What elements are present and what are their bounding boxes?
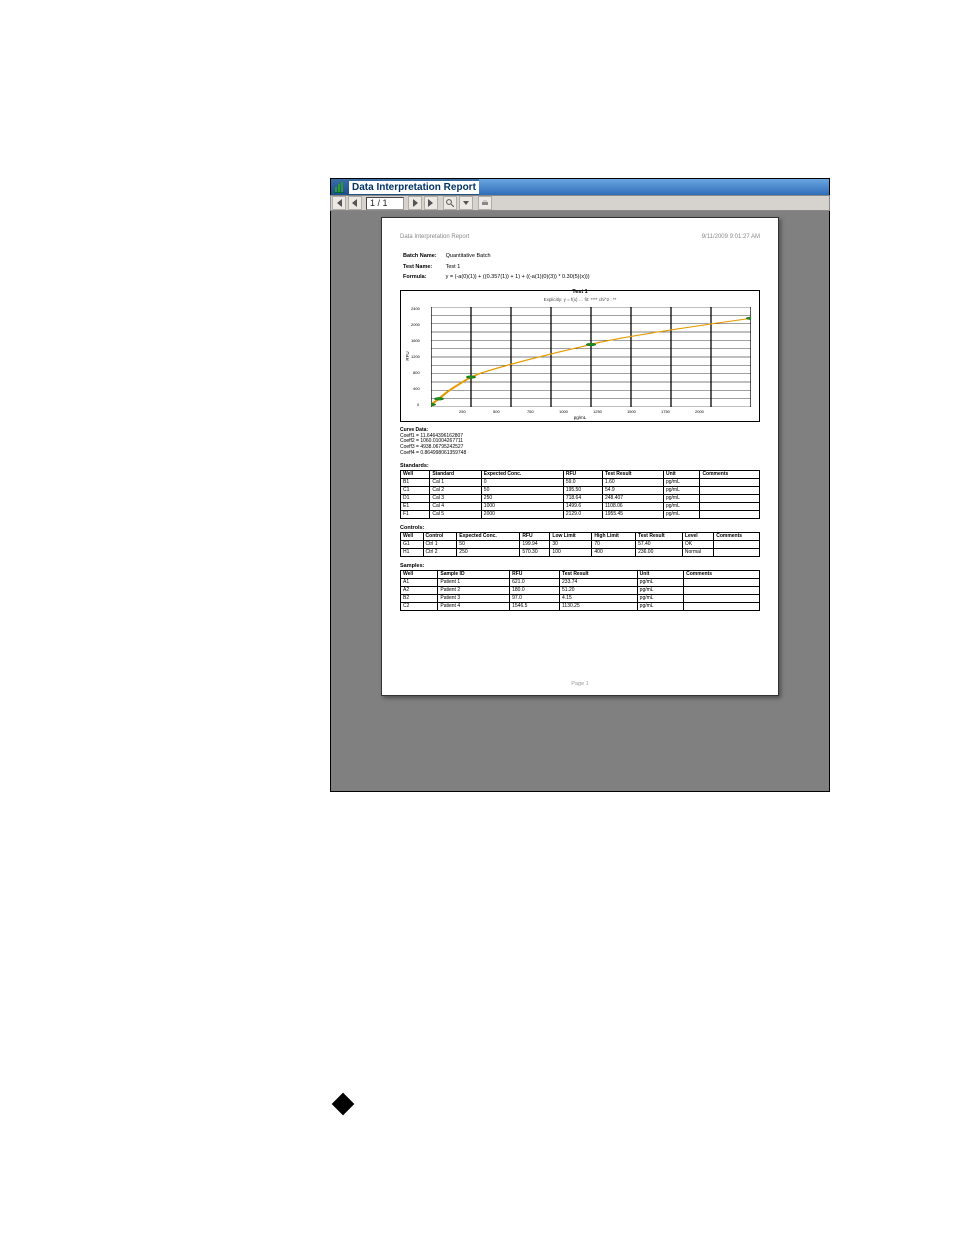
table-row: F1Cal 520002129.01955.45pg/mL bbox=[401, 510, 760, 518]
page-indicator: 1 / 1 bbox=[366, 197, 404, 210]
prev-page-button[interactable] bbox=[348, 196, 362, 210]
zoom-button[interactable] bbox=[443, 196, 457, 210]
page-footer: Page 1 bbox=[400, 681, 760, 687]
table-row: H1Ctrl 2250570.30100400236.00Normal bbox=[401, 548, 760, 556]
controls-header: Controls: bbox=[400, 525, 760, 531]
col-header: Standard bbox=[430, 470, 481, 478]
standards-table: WellStandardExpected Conc.RFUTest Result… bbox=[400, 470, 760, 519]
title-bar-fill bbox=[479, 179, 829, 195]
bullet-diamond-icon bbox=[332, 1093, 355, 1116]
col-header: Comments bbox=[700, 470, 760, 478]
col-header: Well bbox=[401, 532, 424, 540]
col-header: RFU bbox=[563, 470, 602, 478]
curve-coefficients: Curve Data: Coeff1 = 11.6464396162807 Co… bbox=[400, 428, 760, 457]
table-row: B1Cal 1059.01.60pg/mL bbox=[401, 478, 760, 486]
window-title: Data Interpretation Report bbox=[349, 181, 479, 194]
print-button[interactable] bbox=[478, 196, 492, 210]
report-page: Data Interpretation Report 9/11/2009 9:0… bbox=[381, 217, 779, 696]
report-meta: Batch Name:Quantitative Batch Test Name:… bbox=[400, 250, 598, 284]
report-header-right: 9/11/2009 9:01:27 AM bbox=[702, 234, 760, 240]
col-header: Well bbox=[401, 570, 438, 578]
zoom-dropdown-button[interactable] bbox=[459, 196, 473, 210]
col-header: RFU bbox=[510, 570, 560, 578]
col-header: Unit bbox=[637, 570, 683, 578]
app-icon bbox=[334, 181, 346, 193]
chart-subtitle: Explicitly: y = f(x) … fit: **** chi^2 :… bbox=[401, 297, 759, 302]
col-header: Test Result bbox=[560, 570, 638, 578]
standards-header: Standards: bbox=[400, 463, 760, 469]
col-header: Test Result bbox=[602, 470, 663, 478]
samples-header: Samples: bbox=[400, 563, 760, 569]
table-row: C1Cal 250195.5054.9pg/mL bbox=[401, 486, 760, 494]
report-window: Data Interpretation Report 1 / 1 Data In… bbox=[330, 178, 830, 792]
table-row: E1Cal 410001499.61108.06pg/mL bbox=[401, 502, 760, 510]
col-header: Expected Conc. bbox=[481, 470, 563, 478]
col-header: RFU bbox=[520, 532, 550, 540]
col-header: Test Result bbox=[636, 532, 683, 540]
last-page-button[interactable] bbox=[424, 196, 438, 210]
chart-ylabel: RFU bbox=[405, 351, 410, 360]
col-header: Expected Conc. bbox=[457, 532, 520, 540]
first-page-button[interactable] bbox=[332, 196, 346, 210]
col-header: Comments bbox=[684, 570, 760, 578]
col-header: Level bbox=[682, 532, 713, 540]
preview-area[interactable]: Data Interpretation Report 9/11/2009 9:0… bbox=[330, 211, 830, 792]
col-header: High Limit bbox=[592, 532, 636, 540]
controls-table: WellControlExpected Conc.RFULow LimitHig… bbox=[400, 532, 760, 557]
samples-table: WellSample IDRFUTest ResultUnitCommentsA… bbox=[400, 570, 760, 611]
table-row: A2Patient 2180.051.20pg/mL bbox=[401, 586, 760, 594]
table-row: C2Patient 41546.51130.25pg/mL bbox=[401, 602, 760, 610]
col-header: Low Limit bbox=[550, 532, 592, 540]
col-header: Comments bbox=[714, 532, 760, 540]
col-header: Sample ID bbox=[438, 570, 510, 578]
report-header-left: Data Interpretation Report bbox=[400, 234, 469, 240]
table-row: B2Patient 397.04.15pg/mL bbox=[401, 594, 760, 602]
chart-plot bbox=[431, 307, 751, 407]
toolbar: 1 / 1 bbox=[330, 195, 830, 211]
table-row: A1Patient 1621.0233.74pg/mL bbox=[401, 578, 760, 586]
calibration-chart: Test 1 Explicitly: y = f(x) … fit: **** … bbox=[400, 290, 760, 422]
table-row: D1Cal 3250718.64248.407pg/mL bbox=[401, 494, 760, 502]
col-header: Well bbox=[401, 470, 430, 478]
col-header: Control bbox=[423, 532, 457, 540]
chart-xlabel: pg/mL bbox=[401, 415, 759, 420]
next-page-button[interactable] bbox=[408, 196, 422, 210]
title-bar[interactable]: Data Interpretation Report bbox=[330, 178, 830, 195]
chart-title: Test 1 bbox=[401, 289, 759, 295]
table-row: G1Ctrl 150199.94307057.40OK bbox=[401, 540, 760, 548]
col-header: Unit bbox=[663, 470, 699, 478]
